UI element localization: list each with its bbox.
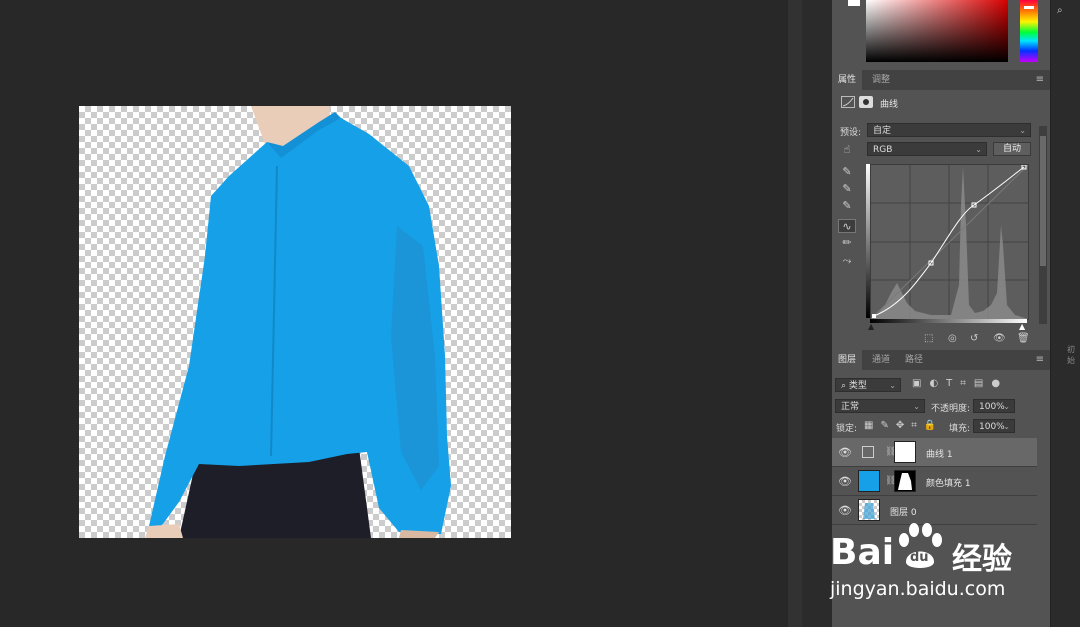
black-point-slider[interactable]: ▲ [868, 322, 874, 331]
properties-title: 曲线 [880, 100, 899, 110]
hue-marker[interactable] [1024, 6, 1034, 9]
tab-layers[interactable]: 图层 [832, 350, 863, 370]
eyedropper-black-icon[interactable]: ✎ [838, 165, 856, 179]
chevron-down-icon: ⌄ [1003, 402, 1010, 411]
white-point-slider[interactable]: ▲ [1019, 322, 1025, 331]
tab-adjustments[interactable]: 调整 [866, 70, 896, 90]
photo-shirt-model [145, 106, 451, 538]
layer-row-color-fill[interactable]: 👁 ⛓ 颜色填充 1 [832, 467, 1037, 496]
eyedropper-white-icon[interactable]: ✎ [838, 199, 856, 213]
smooth-icon[interactable]: ⤳ [838, 254, 856, 268]
eye-icon[interactable]: 👁 [838, 446, 852, 459]
watermark-url: jingyan.baidu.com [830, 578, 1006, 600]
channel-dropdown[interactable]: RGB ⌄ [867, 142, 987, 156]
chevron-down-icon: ⌄ [889, 381, 896, 390]
chevron-down-icon: ⌄ [1003, 422, 1010, 431]
watermark-brand: Bai [830, 532, 895, 573]
blend-mode-dropdown[interactable]: 正常 ⌄ [835, 399, 925, 413]
eye-icon[interactable]: 👁 [838, 504, 852, 517]
layers-tab-row: 图层 通道 路径 ≡ [832, 350, 1050, 370]
mask-icon[interactable] [859, 96, 873, 108]
panel-gutter [788, 0, 802, 627]
channel-value: RGB [873, 145, 893, 155]
layer-name[interactable]: 颜色填充 1 [926, 476, 971, 489]
opacity-label: 不透明度: [931, 404, 971, 414]
curves-adjust-icon [841, 96, 855, 108]
fill-value: 100% [979, 422, 1005, 432]
eye-icon[interactable]: 👁 [993, 333, 1006, 344]
fill-input[interactable]: 100% ⌄ [973, 419, 1015, 433]
layer-filter-icons[interactable]: ▣◐T⌗▤● [912, 378, 1008, 389]
image-layer-thumbnail[interactable] [858, 499, 880, 521]
input-gradient [870, 319, 1027, 323]
layer-filter-value: 类型 [848, 381, 867, 391]
layer-mask-thumbnail[interactable] [894, 470, 916, 492]
tab-channels[interactable]: 通道 [866, 350, 896, 370]
fill-label: 填充: [949, 424, 971, 434]
curve-tool-icon[interactable]: ∿ [838, 219, 856, 233]
preset-dropdown[interactable]: 自定 ⌄ [867, 123, 1031, 137]
chevron-down-icon: ⌄ [913, 402, 920, 411]
preset-value: 自定 [873, 126, 892, 136]
opacity-input[interactable]: 100% ⌄ [973, 399, 1015, 413]
eye-icon[interactable]: 👁 [838, 475, 852, 488]
color-field[interactable] [866, 0, 1008, 62]
hand-target-icon[interactable]: ☝ [838, 143, 856, 157]
search-icon[interactable]: ⌕ [1057, 5, 1063, 16]
properties-tab-row: 属性 调整 ≡ [832, 70, 1050, 90]
color-fill-thumbnail[interactable] [858, 470, 880, 492]
properties-scrollbar[interactable] [1039, 126, 1047, 324]
curves-adjust-icon [862, 446, 874, 458]
preset-label: 预设: [840, 128, 862, 138]
auto-button[interactable]: 自动 [993, 142, 1031, 156]
reset-icon[interactable]: ↺ [970, 333, 978, 344]
layer-mask-thumbnail[interactable] [894, 441, 916, 463]
watermark-paw-text: du [910, 550, 929, 565]
layer-name[interactable]: 图层 0 [890, 505, 917, 518]
lock-icons[interactable]: ▦✎✥⌗🔒 [864, 420, 943, 431]
curve-plot [870, 164, 1029, 320]
clip-icon[interactable]: ⬚ [924, 333, 933, 344]
document-canvas[interactable] [79, 106, 511, 538]
hue-slider[interactable] [1020, 0, 1038, 62]
curves-graph[interactable] [870, 164, 1029, 320]
lock-label: 锁定: [836, 424, 858, 434]
panel-menu-icon[interactable]: ≡ [1036, 74, 1044, 85]
search-icon: ⌕ [841, 381, 847, 391]
layer-filter-dropdown[interactable]: ⌕ 类型 ⌄ [835, 378, 901, 392]
baidu-jingyan-watermark: Bai du 经验 jingyan.baidu.com [826, 520, 1036, 610]
tab-paths[interactable]: 路径 [899, 350, 929, 370]
trash-icon[interactable]: 🗑 [1017, 333, 1030, 344]
tab-properties[interactable]: 属性 [832, 70, 863, 90]
pencil-icon[interactable]: ✏ [838, 236, 856, 250]
foreground-swatch[interactable] [848, 0, 860, 6]
opacity-value: 100% [979, 402, 1005, 412]
chevron-down-icon: ⌄ [1019, 126, 1026, 135]
chevron-down-icon: ⌄ [975, 145, 982, 154]
right-bar-label: 初始 [1067, 345, 1075, 365]
layer-name[interactable]: 曲线 1 [926, 447, 953, 460]
watermark-cn: 经验 [952, 542, 1012, 577]
right-dock-bar: ⌕ 初始 [1050, 0, 1080, 627]
panel-menu-icon[interactable]: ≡ [1036, 354, 1044, 365]
view-prev-icon[interactable]: ◎ [948, 333, 957, 344]
blend-mode-value: 正常 [841, 402, 860, 412]
eyedropper-gray-icon[interactable]: ✎ [838, 182, 856, 196]
layer-row-curves[interactable]: 👁 ⛓ 曲线 1 [832, 438, 1037, 467]
